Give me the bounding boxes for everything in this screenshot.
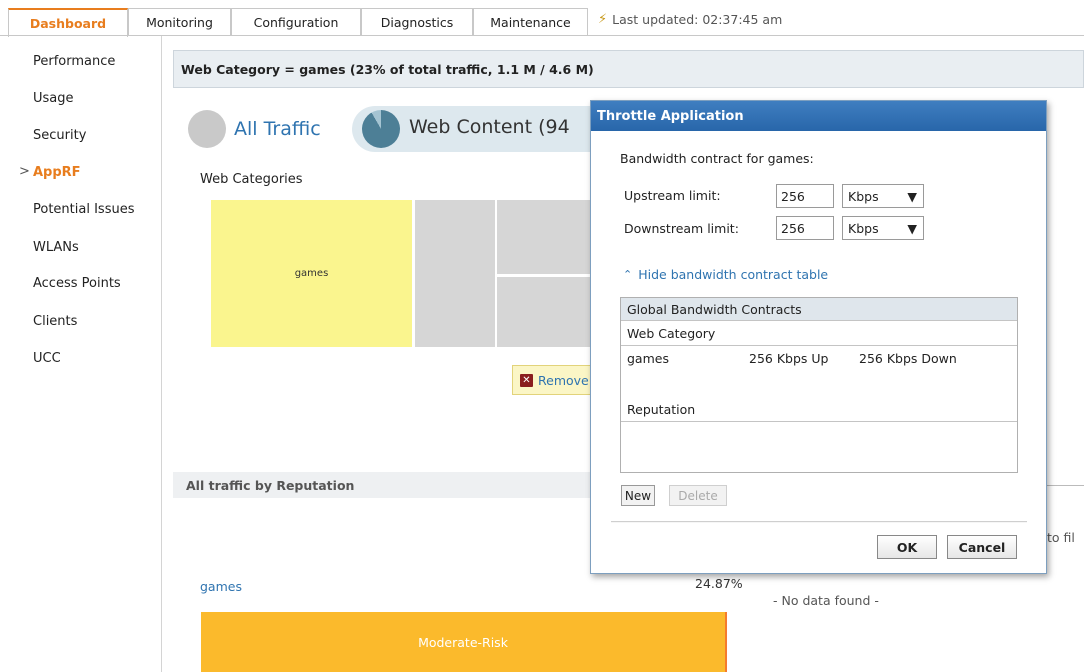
downstream-unit-value: Kbps xyxy=(848,220,879,236)
new-button[interactable]: New xyxy=(621,485,655,506)
lightning-icon: ⚡ xyxy=(598,12,608,27)
divider xyxy=(611,522,1027,523)
dropdown-arrow-icon: ▼ xyxy=(907,188,917,204)
upstream-label: Upstream limit: xyxy=(624,188,721,203)
hide-contract-table-label: Hide bandwidth contract table xyxy=(638,267,829,282)
delete-button[interactable]: Delete xyxy=(669,485,727,506)
web-categories-label: Web Categories xyxy=(200,172,303,187)
treemap-cell[interactable] xyxy=(497,200,590,274)
remove-button-label: Remove xyxy=(538,372,589,388)
sidebar-item-clients[interactable]: Clients xyxy=(33,314,77,329)
sidebar-item-access-points[interactable]: Access Points xyxy=(33,276,121,291)
tab-configuration[interactable]: Configuration xyxy=(231,8,361,36)
top-tab-bar: Dashboard Monitoring Configuration Diagn… xyxy=(0,0,1084,37)
tab-divider xyxy=(0,35,1084,36)
section-reputation: Reputation xyxy=(627,402,696,417)
contract-table-header: Global Bandwidth Contracts xyxy=(621,298,1017,321)
dialog-description: Bandwidth contract for games: xyxy=(620,151,814,166)
divider xyxy=(621,345,1017,346)
tab-diagnostics[interactable]: Diagnostics xyxy=(361,8,473,36)
downstream-label: Downstream limit: xyxy=(624,221,739,236)
dropdown-arrow-icon: ▼ xyxy=(907,220,917,236)
all-traffic-circle-icon xyxy=(188,110,226,148)
remove-button[interactable]: ✕ Remove xyxy=(512,365,592,395)
upstream-input[interactable]: 256 xyxy=(776,184,834,208)
chevron-up-icon: ⌃ xyxy=(623,268,633,281)
upstream-unit-select[interactable]: Kbps ▼ xyxy=(842,184,924,208)
sidebar-item-security[interactable]: Security xyxy=(33,128,86,143)
contract-row-up: 256 Kbps Up xyxy=(749,351,829,366)
sidebar-item-ucc[interactable]: UCC xyxy=(33,351,61,366)
reputation-row-games[interactable]: games xyxy=(200,579,242,594)
sidebar-item-potential-issues[interactable]: Potential Issues xyxy=(33,202,134,217)
tab-dashboard[interactable]: Dashboard xyxy=(8,8,128,37)
downstream-input[interactable]: 256 xyxy=(776,216,834,240)
treemap-cell[interactable] xyxy=(415,200,495,347)
last-updated: ⚡ Last updated: 02:37:45 am xyxy=(598,12,782,27)
last-updated-text: Last updated: 02:37:45 am xyxy=(612,12,783,27)
sidebar-item-apprf[interactable]: AppRF xyxy=(33,165,81,180)
web-content-pie-icon xyxy=(362,110,400,148)
upstream-unit-value: Kbps xyxy=(848,188,879,204)
downstream-unit-select[interactable]: Kbps ▼ xyxy=(842,216,924,240)
active-marker-icon: > xyxy=(19,164,30,179)
pill-web-content-label: Web Content (94 xyxy=(409,116,570,138)
cancel-button[interactable]: Cancel xyxy=(947,535,1017,559)
tab-maintenance[interactable]: Maintenance xyxy=(473,8,588,36)
sidebar-item-wlans[interactable]: WLANs xyxy=(33,240,79,255)
pill-all-traffic[interactable]: All Traffic xyxy=(188,110,321,148)
contract-row-name[interactable]: games xyxy=(627,351,669,366)
sidebar-item-usage[interactable]: Usage xyxy=(33,91,74,106)
reputation-header: All traffic by Reputation xyxy=(173,472,593,498)
filter-hint: to fil xyxy=(1047,530,1075,545)
throttle-dialog: Throttle Application Bandwidth contract … xyxy=(590,100,1047,574)
treemap-games-label: games xyxy=(294,268,329,279)
tab-monitoring[interactable]: Monitoring xyxy=(128,8,231,36)
close-icon: ✕ xyxy=(520,373,533,387)
contract-table: Global Bandwidth Contracts Web Category … xyxy=(620,297,1018,473)
treemap-cell[interactable] xyxy=(497,277,590,347)
bar-end-marker xyxy=(725,612,727,672)
no-data-text: - No data found - xyxy=(773,593,879,608)
divider xyxy=(621,421,1017,422)
sidebar: Performance Usage Security > AppRF Poten… xyxy=(0,36,162,672)
ok-button[interactable]: OK xyxy=(877,535,937,559)
contract-row-down: 256 Kbps Down xyxy=(859,351,957,366)
sidebar-item-performance[interactable]: Performance xyxy=(33,54,115,69)
dialog-title[interactable]: Throttle Application xyxy=(591,101,1046,131)
treemap-cell-games[interactable]: games xyxy=(211,200,412,347)
reputation-percent: 24.87% xyxy=(695,576,743,591)
category-header: Web Category = games (23% of total traff… xyxy=(173,50,1084,88)
section-web-category: Web Category xyxy=(627,326,716,341)
moderate-risk-bar[interactable]: Moderate-Risk xyxy=(201,612,725,672)
divider xyxy=(1047,485,1084,486)
pill-all-traffic-label: All Traffic xyxy=(234,118,321,140)
moderate-risk-label: Moderate-Risk xyxy=(418,634,508,650)
hide-contract-table-link[interactable]: ⌃ Hide bandwidth contract table xyxy=(623,267,828,282)
